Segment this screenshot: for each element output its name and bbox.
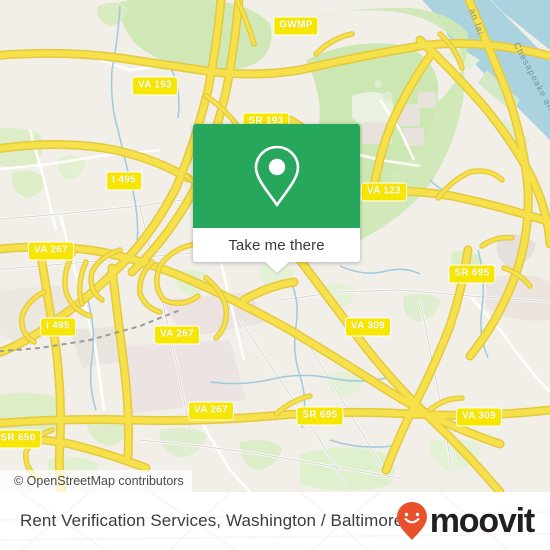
- moovit-logo[interactable]: moovit: [395, 500, 535, 542]
- popup-footer[interactable]: Take me there: [193, 228, 360, 273]
- road-shield: VA 193: [131, 76, 179, 96]
- popup-header: [193, 124, 360, 228]
- location-popup[interactable]: Take me there: [193, 124, 360, 273]
- road-shield: VA 123: [360, 182, 408, 202]
- moovit-wordmark: moovit: [429, 502, 535, 540]
- screenshot-root: GWMP VA 193 SR 193 I 495 VA 123 VA 267 SR 695 I…: [0, 0, 550, 550]
- moovit-pin-icon: [396, 502, 427, 540]
- road-shield: I 495: [40, 317, 76, 337]
- footer-bar: Rent Verification Services, Washington /…: [0, 492, 550, 550]
- place-title: Rent Verification Services, Washington /…: [20, 511, 404, 530]
- road-shield: SR 695: [448, 264, 496, 284]
- road-shield: VA 267: [27, 241, 75, 261]
- map-pin-icon: [254, 145, 299, 207]
- osm-attribution[interactable]: © OpenStreetMap contributors: [0, 470, 192, 492]
- road-shield: SR 695: [296, 406, 344, 426]
- road-shield: I 495: [106, 171, 142, 191]
- take-me-there-button[interactable]: Take me there: [228, 237, 324, 254]
- road-shield: VA 309: [344, 317, 392, 337]
- road-shield: SR 650: [0, 429, 42, 449]
- popup-tail-pointer: [264, 262, 289, 273]
- road-shield: VA 267: [187, 401, 235, 421]
- road-shield: GWMP: [273, 16, 319, 36]
- road-shield: VA 309: [455, 407, 503, 427]
- road-shield: VA 267: [153, 325, 201, 345]
